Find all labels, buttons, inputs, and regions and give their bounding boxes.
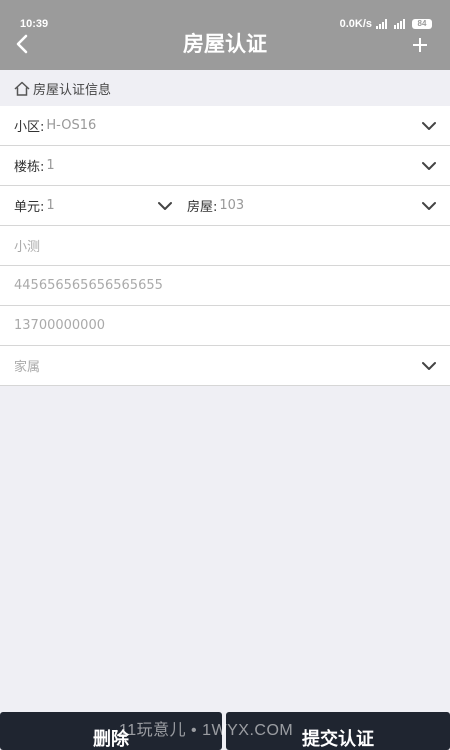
room-label: 房屋: (187, 200, 218, 215)
name-value: 小测 (14, 240, 41, 255)
unit-select[interactable]: 单元: 1 (0, 186, 180, 226)
id-number-value: 445656565656565655 (14, 278, 163, 293)
page-title: 房屋认证 (183, 32, 267, 56)
phone-field[interactable]: 13700000000 (0, 306, 450, 346)
home-icon (14, 81, 30, 96)
network-speed: 0.0K/s (339, 18, 372, 30)
name-field[interactable]: 小测 (0, 226, 450, 266)
chevron-down-icon (422, 199, 436, 213)
community-value: H-OS16 (46, 118, 97, 133)
chevron-down-icon (422, 119, 436, 133)
relation-value: 家属 (14, 360, 41, 375)
unit-value: 1 (46, 198, 55, 213)
chevron-down-icon (422, 359, 436, 373)
status-bar: 10:39 0.0K/s 84 (0, 0, 450, 30)
room-select[interactable]: 房屋: 103 (180, 186, 450, 226)
building-select[interactable]: 楼栋: 1 (0, 146, 450, 186)
id-number-field[interactable]: 445656565656565655 (0, 266, 450, 306)
signal-icon (376, 19, 390, 29)
community-label: 小区: (14, 120, 45, 135)
watermark-text: 11玩意儿 • 1WYX.COM (119, 722, 294, 739)
chevron-down-icon (158, 199, 172, 213)
room-value: 103 (219, 198, 245, 213)
status-time: 10:39 (20, 18, 49, 30)
unit-room-row: 单元: 1 房屋: 103 (0, 186, 450, 226)
community-select[interactable]: 小区: H-OS16 (0, 106, 450, 146)
plus-icon (413, 38, 427, 52)
wifi-icon (394, 19, 408, 29)
building-label: 楼栋: (14, 160, 45, 175)
unit-label: 单元: (14, 200, 45, 215)
battery-icon: 84 (412, 19, 432, 29)
phone-value: 13700000000 (14, 318, 105, 333)
house-form: 小区: H-OS16 楼栋: 1 单元: 1 房屋: 103 小测 445656… (0, 106, 450, 386)
status-indicators: 0.0K/s 84 (340, 18, 432, 30)
chevron-down-icon (422, 159, 436, 173)
app-header: 10:39 0.0K/s 84 房屋认证 (0, 0, 450, 70)
add-button[interactable] (412, 31, 428, 57)
section-title: 房屋认证信息 (33, 82, 112, 98)
section-header: 房屋认证信息 (0, 70, 450, 106)
relation-select[interactable]: 家属 (0, 346, 450, 386)
building-value: 1 (46, 158, 55, 173)
